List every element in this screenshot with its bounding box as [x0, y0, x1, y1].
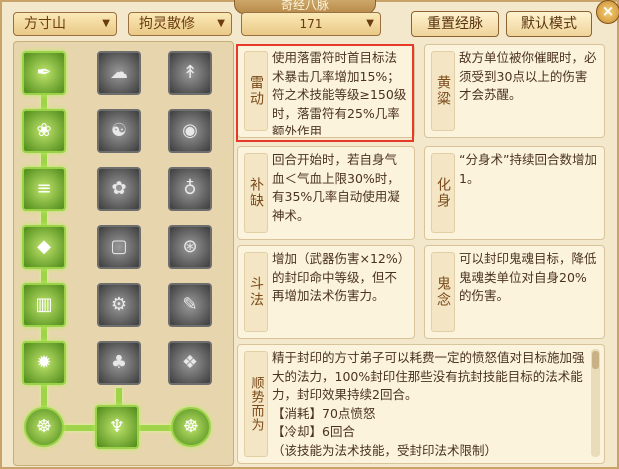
skill-card[interactable]: 黄粱 敌方单位被你催眠时，必须受到30点以上的伤害才会苏醒。 — [424, 44, 605, 138]
skill-description: 敌方单位被你催眠时，必须受到30点以上的伤害才会苏醒。 — [459, 50, 597, 102]
reset-meridian-button[interactable]: 重置经脉 — [411, 11, 499, 37]
special-skill-text: 精于封印的方寸弟子可以耗费一定的愤怒值对目标施加强大的法力，100%封印住那些没… — [272, 349, 592, 461]
skill-card[interactable]: 鬼念 可以封印鬼魂目标，降低鬼魂类单位对自身20%的伤害。 — [424, 245, 605, 339]
count-field[interactable]: 171 ▼ — [241, 12, 381, 36]
school-dropdown-value: 方寸山 — [24, 16, 66, 32]
special-skill-cost: 【消耗】70点愤怒 — [272, 405, 376, 421]
meridian-node-icon[interactable]: ☸ — [171, 407, 211, 447]
special-skill-note: （该技能为法术技能，受封印法术限制） — [272, 442, 498, 458]
special-skill-cooldown: 【冷却】6回合 — [272, 424, 355, 439]
meridian-node-icon[interactable]: ≡ — [22, 167, 66, 211]
skill-description: 增加（武器伤害×12%）的封印命中等级，但不再增加法术伤害力。 — [272, 251, 405, 303]
meridian-node-icon[interactable]: ↟ — [168, 51, 212, 95]
chevron-down-icon: ▼ — [102, 18, 110, 29]
meridian-node-icon[interactable]: ✿ — [97, 167, 141, 211]
meridian-node-icon[interactable]: ❀ — [22, 109, 66, 153]
meridian-node-icon[interactable]: ☁ — [97, 51, 141, 95]
skill-card[interactable]: 化身 “分身术”持续回合数增加1。 — [424, 146, 605, 240]
meridian-node-icon[interactable]: ✹ — [22, 341, 66, 385]
meridian-node-icon[interactable]: ✒ — [22, 51, 66, 95]
meridian-node-icon[interactable]: ▥ — [22, 283, 66, 327]
special-skill-name: 顺势而为 — [244, 351, 268, 457]
meridian-node-icon[interactable]: ◆ — [22, 225, 66, 269]
meridian-node-icon[interactable]: ☸ — [24, 407, 64, 447]
scrollbar[interactable] — [591, 349, 600, 457]
skill-description: 可以封印鬼魂目标，降低鬼魂类单位对自身20%的伤害。 — [459, 251, 597, 303]
meridian-node-icon[interactable]: ◉ — [168, 109, 212, 153]
meridian-node-icon[interactable]: ♆ — [95, 405, 139, 449]
skill-description: 回合开始时，若自身气血＜气血上限30%时，有35%几率自动使用凝神术。 — [272, 152, 400, 223]
meridian-node-icon[interactable]: ☯ — [97, 109, 141, 153]
school-dropdown[interactable]: 方寸山 ▼ — [13, 12, 117, 36]
skill-card[interactable]: 斗法 增加（武器伤害×12%）的封印命中等级，但不再增加法术伤害力。 — [237, 245, 415, 339]
meridian-node-icon[interactable]: ⚙ — [97, 283, 141, 327]
scrollbar-thumb[interactable] — [592, 351, 599, 369]
meridian-node-icon[interactable]: ⊛ — [168, 225, 212, 269]
skill-description: “分身术”持续回合数增加1。 — [459, 152, 597, 186]
skill-card[interactable]: 补缺 回合开始时，若自身气血＜气血上限30%时，有35%几率自动使用凝神术。 — [237, 146, 415, 240]
skill-name: 化身 — [431, 153, 455, 233]
chevron-down-icon: ▼ — [366, 18, 374, 29]
meridian-node-icon[interactable]: ✎ — [168, 283, 212, 327]
selection-highlight — [236, 44, 414, 142]
meridian-node-icon[interactable]: ▢ — [97, 225, 141, 269]
skill-name: 鬼念 — [431, 252, 455, 332]
special-skill-desc: 精于封印的方寸弟子可以耗费一定的愤怒值对目标施加强大的法力，100%封印住那些没… — [272, 350, 585, 402]
meridian-node-icon[interactable]: ♁ — [168, 167, 212, 211]
skill-name: 斗法 — [244, 252, 268, 332]
chevron-down-icon: ▼ — [217, 18, 225, 29]
skill-name: 黄粱 — [431, 51, 455, 131]
special-skill-card: 顺势而为 精于封印的方寸弟子可以耗费一定的愤怒值对目标施加强大的法力，100%封… — [237, 344, 605, 464]
close-icon[interactable]: × — [596, 0, 619, 24]
skill-dropdown-value: 拘灵散修 — [139, 16, 195, 32]
skill-dropdown[interactable]: 拘灵散修 ▼ — [128, 12, 232, 36]
default-mode-button[interactable]: 默认模式 — [506, 11, 592, 37]
meridian-node-icon[interactable]: ❖ — [168, 341, 212, 385]
meridian-node-icon[interactable]: ♣ — [97, 341, 141, 385]
count-value: 171 — [299, 17, 323, 31]
skill-name: 补缺 — [244, 153, 268, 233]
